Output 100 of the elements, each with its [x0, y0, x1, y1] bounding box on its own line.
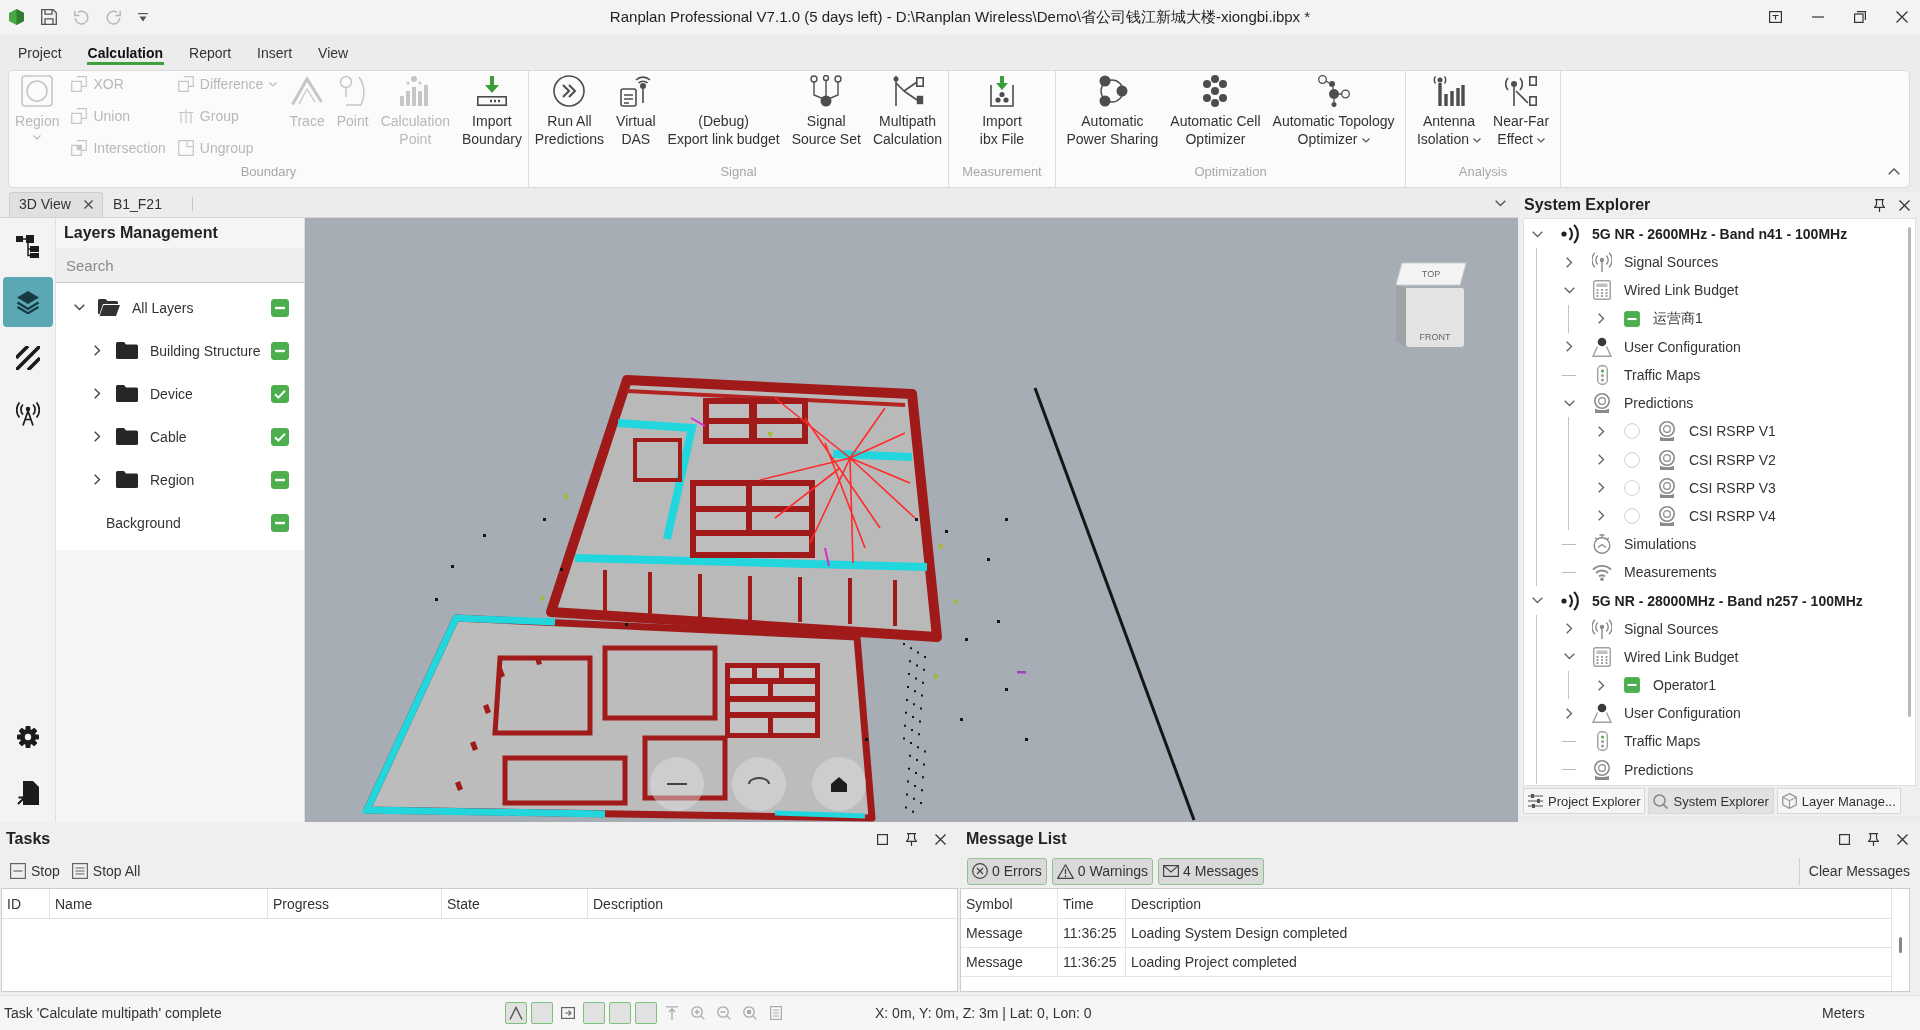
ribbon-button[interactable]: Automatic Topology Optimizer [1267, 71, 1400, 150]
ribbon-button[interactable]: Signal Source Set [786, 71, 866, 150]
chevron-down-icon[interactable] [1495, 200, 1506, 207]
menu-tab[interactable]: Report [188, 45, 233, 65]
chevron-right-icon[interactable] [1597, 454, 1605, 466]
toolbar-button[interactable]: Stop All [71, 863, 141, 879]
checkbox[interactable] [271, 384, 289, 403]
column-header[interactable]: State [442, 889, 588, 918]
chevron-right-icon[interactable] [1565, 707, 1573, 719]
tree-item[interactable]: 5G NR - 2600MHz - Band n41 - 100MHz [1592, 226, 1848, 243]
menu-tab[interactable]: Project [17, 45, 63, 65]
search-field[interactable]: Search [56, 248, 304, 283]
chevron-right-icon[interactable] [1565, 256, 1573, 268]
pin-icon[interactable] [1874, 198, 1885, 212]
column-header[interactable]: Description [1126, 889, 1891, 918]
menu-tab[interactable]: Insert [256, 45, 294, 65]
radio-button[interactable] [1624, 479, 1640, 496]
radio-button[interactable] [1624, 507, 1640, 524]
layer-name[interactable]: Background [106, 514, 271, 531]
radio-button[interactable] [1624, 451, 1640, 468]
ribbon-button[interactable]: (Debug) Export link budget [662, 71, 785, 150]
chevron-down-icon[interactable] [1531, 230, 1543, 238]
panel-tab[interactable]: Layer Manage... [1776, 788, 1901, 814]
chevron-down-icon[interactable] [1563, 653, 1575, 661]
save-icon[interactable] [41, 9, 57, 25]
pin-icon[interactable] [906, 832, 917, 846]
close-icon[interactable] [935, 833, 946, 845]
tree-item[interactable]: Predictions [1624, 395, 1694, 412]
chevron-down-icon[interactable] [1563, 399, 1575, 407]
chevron-right-icon[interactable] [93, 431, 101, 442]
tree-item[interactable]: User Configuration [1624, 338, 1741, 355]
restore-icon[interactable] [1854, 11, 1866, 23]
tree-item[interactable]: User Configuration [1624, 705, 1741, 722]
ribbon-button[interactable]: Virtual DAS [611, 71, 661, 150]
chevron-right-icon[interactable] [1597, 482, 1605, 494]
ribbon-button[interactable]: Near-Far Effect [1488, 71, 1555, 150]
sidebar-tab[interactable] [2, 277, 53, 327]
close-icon[interactable] [1896, 11, 1908, 23]
tree-item[interactable]: 运营商1 [1653, 309, 1703, 328]
layer-name[interactable]: Region [150, 471, 271, 488]
chevron-up-icon[interactable] [1888, 168, 1900, 175]
scrollbar-thumb[interactable] [1899, 937, 1902, 953]
chevron-right-icon[interactable] [1597, 679, 1605, 691]
ribbon-button[interactable]: Import Boundary [456, 71, 527, 150]
filter-button[interactable]: 0 Errors [967, 857, 1047, 885]
checkbox[interactable] [271, 298, 289, 317]
window-mode-icon[interactable] [1769, 11, 1782, 23]
clear-messages-button[interactable]: Clear Messages [1798, 857, 1910, 885]
ribbon-button[interactable]: Multipath Calculation [867, 71, 948, 150]
checkbox[interactable] [271, 513, 289, 532]
radio-button[interactable] [1624, 423, 1640, 440]
tree-item[interactable]: Wired Link Budget [1624, 648, 1739, 665]
filter-button[interactable]: 0 Warnings [1051, 857, 1154, 885]
scrollbar-thumb[interactable] [1907, 227, 1911, 717]
tree-item[interactable]: Measurements [1624, 564, 1717, 581]
column-header[interactable]: Name [50, 889, 268, 918]
chevron-down-icon[interactable] [1531, 597, 1543, 605]
column-header[interactable]: Progress [268, 889, 442, 918]
chevron-down-icon[interactable] [73, 304, 85, 311]
tree-item[interactable]: CSI RSRP V1 [1689, 423, 1776, 440]
tree-item[interactable]: 5G NR - 28000MHz - Band n257 - 100MHz [1592, 592, 1863, 609]
panel-tab[interactable]: System Explorer [1648, 788, 1774, 814]
toolbar-button[interactable] [505, 1002, 527, 1024]
chevron-right-icon[interactable] [1597, 510, 1605, 522]
chevron-right-icon[interactable] [1597, 425, 1605, 437]
layer-name[interactable]: All Layers [132, 299, 271, 316]
ribbon-button[interactable]: Run All Predictions [529, 71, 610, 150]
view-cube[interactable]: TOP FRONT [1392, 261, 1470, 349]
close-icon[interactable] [1899, 199, 1910, 211]
ribbon-button[interactable]: Automatic Cell Optimizer [1165, 71, 1266, 150]
tree-item[interactable]: Simulations [1624, 536, 1697, 553]
ribbon-button[interactable]: Automatic Power Sharing [1061, 71, 1164, 150]
panel-tab[interactable]: Project Explorer [1523, 788, 1646, 814]
layer-name[interactable]: Device [150, 385, 271, 402]
checkbox[interactable] [271, 470, 289, 489]
navigation-button[interactable] [812, 757, 866, 811]
pin-icon[interactable] [1868, 832, 1879, 846]
tree-item[interactable]: CSI RSRP V3 [1689, 479, 1776, 496]
tree-item[interactable]: Signal Sources [1624, 620, 1719, 637]
chevron-right-icon[interactable] [1565, 341, 1573, 353]
document-tab[interactable]: B1_F21 [102, 192, 172, 217]
chevron-down-icon[interactable] [1563, 286, 1575, 294]
tree-item[interactable]: CSI RSRP V4 [1689, 507, 1776, 524]
tree-item[interactable]: Operator1 [1653, 677, 1717, 694]
maximize-icon[interactable] [1839, 833, 1850, 845]
tree-item[interactable]: Traffic Maps [1624, 367, 1701, 384]
layer-name[interactable]: Cable [150, 428, 271, 445]
tree-item[interactable]: Wired Link Budget [1624, 282, 1739, 299]
ribbon-button[interactable]: Import ibx File [974, 71, 1030, 150]
maximize-icon[interactable] [877, 833, 888, 845]
tree-item[interactable]: Predictions [1624, 761, 1694, 778]
close-icon[interactable] [1897, 833, 1908, 845]
navigation-button[interactable] [650, 757, 704, 811]
ribbon-button[interactable]: Antenna Isolation [1411, 71, 1487, 150]
column-header[interactable]: ID [2, 889, 50, 918]
document-tab[interactable]: 3D View [9, 192, 103, 217]
tree-item[interactable]: CSI RSRP V2 [1689, 451, 1776, 468]
column-header[interactable]: Symbol [961, 889, 1058, 918]
checkbox[interactable] [271, 341, 289, 360]
chevron-right-icon[interactable] [93, 474, 101, 485]
